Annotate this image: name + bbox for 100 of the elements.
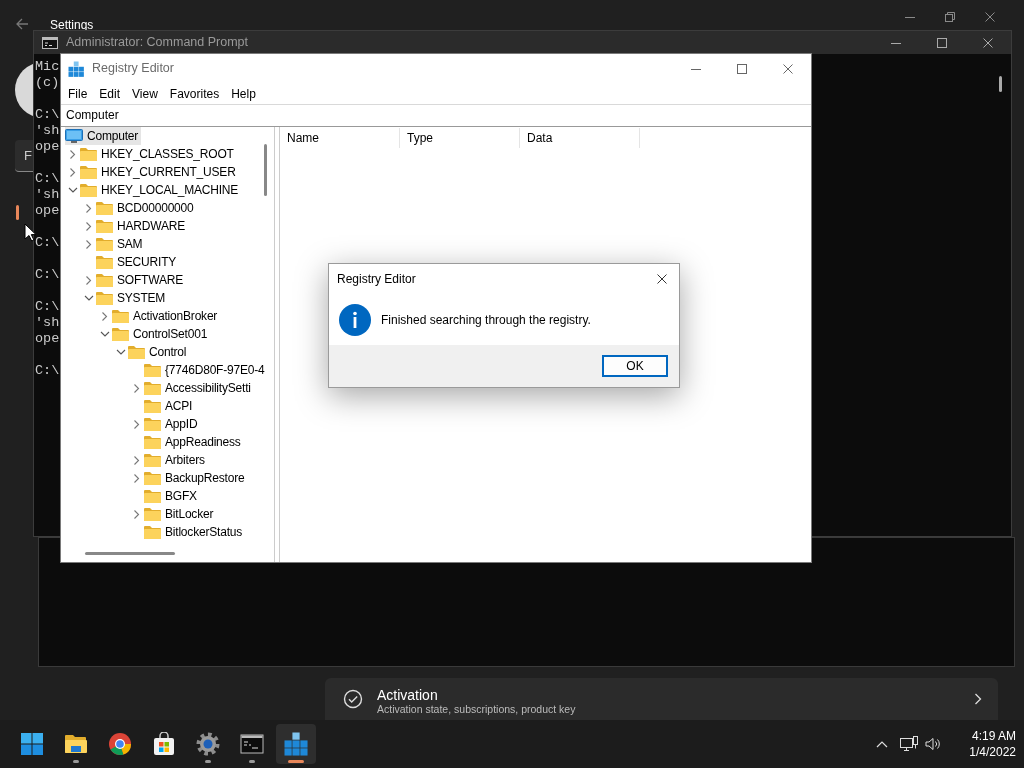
tree-item[interactable]: BGFX — [142, 487, 200, 505]
card-title: Activation — [377, 686, 439, 703]
tree-item[interactable]: BCD00000000 — [94, 199, 197, 217]
tree-item-label: AppReadiness — [165, 434, 241, 451]
chevron-right-icon[interactable] — [132, 454, 142, 466]
chevron-right-icon[interactable] — [132, 508, 142, 520]
menu-item[interactable]: View — [126, 84, 164, 103]
chevron-right-icon[interactable] — [132, 472, 142, 484]
info-icon — [339, 303, 371, 336]
tree-item-label: {7746D80F-97E0-4 — [165, 362, 265, 379]
tree-item-label: ActivationBroker — [133, 308, 218, 325]
folder-icon — [144, 471, 161, 485]
tree-item[interactable]: SAM — [94, 235, 146, 253]
tree-item-label: HKEY_LOCAL_MACHINE — [101, 182, 239, 199]
menu-item[interactable]: Edit — [93, 84, 127, 103]
folder-icon — [144, 435, 161, 449]
monitor-icon — [65, 128, 83, 144]
tree-item[interactable]: HKEY_LOCAL_MACHINE — [78, 181, 242, 199]
folder-icon — [80, 147, 97, 161]
chevron-right-icon[interactable] — [84, 238, 94, 250]
taskbar-button[interactable] — [276, 724, 316, 764]
chevron-right-icon[interactable] — [100, 310, 110, 322]
maximize-icon — [737, 63, 747, 74]
tree-item-label: SECURITY — [117, 254, 177, 271]
chevron-right-icon[interactable] — [84, 220, 94, 232]
tree-item-label: ControlSet001 — [133, 326, 208, 343]
column-header[interactable]: Data — [520, 128, 640, 148]
scrollbar-thumb[interactable] — [999, 76, 1002, 92]
tree-item-label: AccessibilitySetti — [165, 380, 251, 397]
close-icon — [985, 11, 995, 22]
tree-item-label: AppID — [165, 416, 198, 433]
clock-button[interactable]: 4:19 AM 1/4/2022 — [948, 728, 1020, 760]
console-text: 'sh — [35, 187, 60, 203]
chevron-right-icon[interactable] — [974, 693, 982, 705]
chevron-right-icon[interactable] — [132, 418, 142, 430]
scrollbar-thumb[interactable] — [264, 144, 267, 196]
console-text: C:\ — [35, 107, 60, 123]
tree-item[interactable]: BitlockerStatus — [142, 523, 246, 541]
browser-icon — [108, 732, 132, 756]
activation-card[interactable]: Activation Activation state, subscriptions, product key — [325, 678, 998, 720]
menu-item[interactable]: Help — [225, 84, 262, 103]
tree-item[interactable]: ControlSet001 — [110, 325, 211, 343]
chevron-right-icon[interactable] — [132, 382, 142, 394]
column-header[interactable]: Type — [400, 128, 520, 148]
menu-item[interactable]: File — [62, 84, 94, 103]
tree-item[interactable]: SOFTWARE — [94, 271, 186, 289]
tree-item-label: SOFTWARE — [117, 272, 183, 289]
chevron-right-icon[interactable] — [84, 202, 94, 214]
folder-icon — [96, 291, 113, 305]
folder-icon — [96, 201, 113, 215]
time-text: 4:19 AM — [971, 728, 1016, 744]
tree-item[interactable]: ACPI — [142, 397, 196, 415]
console-text: ope — [35, 331, 60, 347]
tree-item[interactable]: AccessibilitySetti — [142, 379, 254, 397]
tree-item-label: ACPI — [165, 398, 193, 415]
address-field[interactable]: Computer — [66, 105, 119, 125]
tree-item[interactable]: {7746D80F-97E0-4 — [142, 361, 268, 379]
tree-item-label: BitLocker — [165, 506, 214, 523]
tree-item[interactable]: AppID — [142, 415, 201, 433]
tree-item[interactable]: SYSTEM — [94, 289, 169, 307]
window-title: Settings — [50, 17, 94, 34]
folder-icon — [96, 237, 113, 251]
dialog-message: Finished searching through the registry. — [381, 311, 591, 329]
folder-icon — [144, 507, 161, 521]
tree-item[interactable]: SECURITY — [94, 253, 180, 271]
check-circle-icon — [343, 689, 363, 709]
search-field[interactable]: F — [15, 140, 33, 172]
tree-item[interactable]: Arbiters — [142, 451, 208, 469]
folder-icon — [144, 399, 161, 413]
tree-item[interactable]: HKEY_CURRENT_USER — [78, 163, 239, 181]
back-arrow-icon[interactable] — [15, 17, 29, 31]
chevron-right-icon[interactable] — [68, 148, 78, 160]
scrollbar-thumb[interactable] — [85, 552, 175, 555]
folder-icon — [96, 273, 113, 287]
console-text: C:\ — [35, 363, 60, 379]
tree-item[interactable]: HKEY_CLASSES_ROOT — [78, 145, 237, 163]
console-text: C:\ — [35, 171, 60, 187]
close-icon — [657, 274, 667, 284]
chevron-right-icon[interactable] — [84, 274, 94, 286]
console-text: 'sh — [35, 123, 60, 139]
folder-icon — [144, 489, 161, 503]
tree-item[interactable]: Computer — [65, 127, 142, 145]
ok-button[interactable]: OK — [602, 355, 668, 377]
folder-icon — [144, 417, 161, 431]
folder-icon — [96, 219, 113, 233]
tree-item[interactable]: AppReadiness — [142, 433, 244, 451]
tree-item[interactable]: BackupRestore — [142, 469, 248, 487]
chevron-right-icon[interactable] — [68, 166, 78, 178]
tree-item[interactable]: ActivationBroker — [110, 307, 221, 325]
window-title: Registry Editor — [92, 60, 174, 78]
tree-item[interactable]: HARDWARE — [94, 217, 188, 235]
column-header[interactable]: Name — [280, 128, 400, 148]
console-text: 'sh — [35, 315, 60, 331]
tree-item[interactable]: BitLocker — [142, 505, 217, 523]
tree-item[interactable]: Control — [126, 343, 190, 361]
shopping-bag-icon — [152, 732, 176, 756]
folder-icon — [64, 732, 88, 756]
gear-icon — [196, 732, 220, 756]
tree-item-label: SAM — [117, 236, 143, 253]
menu-item[interactable]: Favorites — [163, 84, 226, 103]
